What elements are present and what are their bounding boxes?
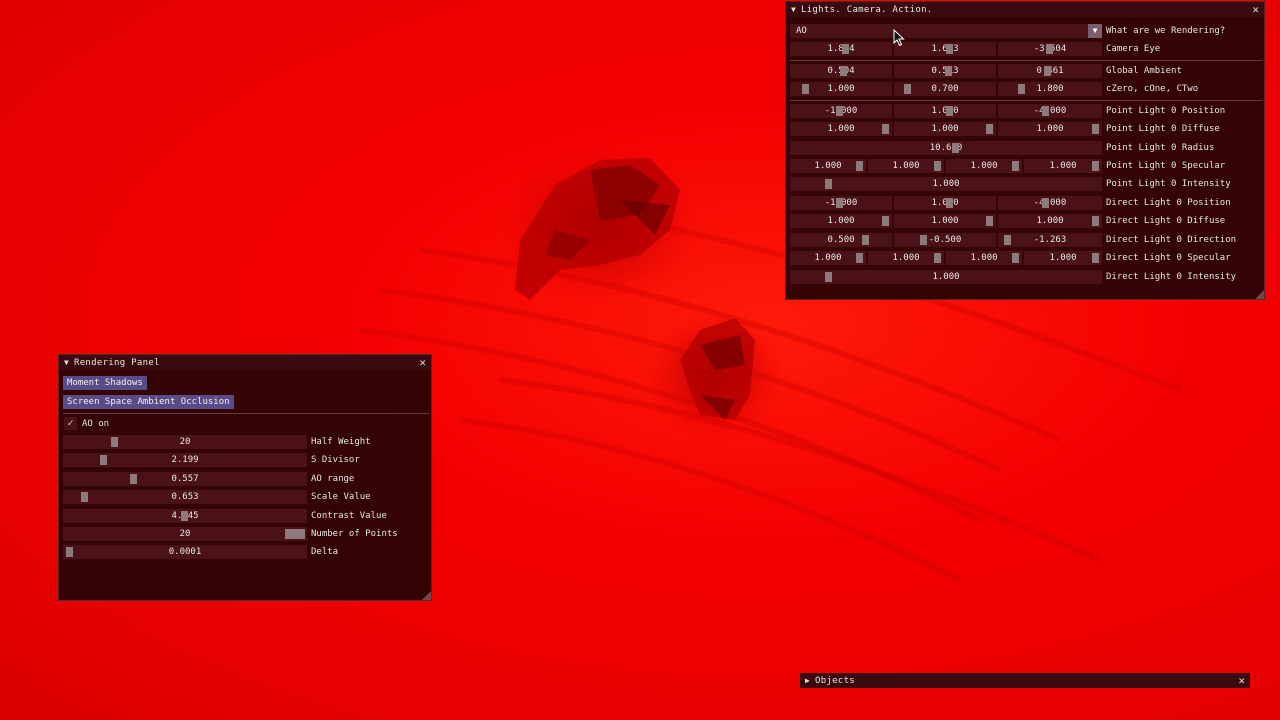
camera-eye-x[interactable]: 1.874 — [790, 42, 892, 56]
direct-light-direction-y[interactable]: -0.500 — [894, 233, 996, 247]
rendering-panel-titlebar[interactable]: ▼ Rendering Panel ✕ — [59, 355, 431, 370]
scale-value-slider[interactable]: 0.653 — [63, 490, 307, 504]
direct-light-specular-g[interactable]: 1.000 — [868, 251, 944, 265]
number-of-points-label: Number of Points — [311, 529, 398, 539]
ao-on-checkbox[interactable]: ✓ — [64, 417, 77, 430]
objects-window: ▶ Objects ✕ — [800, 673, 1250, 688]
lights-camera-window: ▼ Lights. Camera. Action. ✕ AO ▼ What ar… — [785, 1, 1265, 300]
direct-light-specular-label: Direct Light 0 Specular — [1106, 253, 1231, 263]
attenuation-czero[interactable]: 1.000 — [790, 82, 892, 96]
collapse-icon[interactable]: ▼ — [791, 5, 801, 14]
chevron-down-icon[interactable]: ▼ — [1088, 24, 1102, 38]
lights-camera-titlebar[interactable]: ▼ Lights. Camera. Action. ✕ — [786, 2, 1264, 17]
resize-grip[interactable] — [422, 591, 431, 600]
window-title: Lights. Camera. Action. — [801, 4, 933, 15]
render-mode-label: What are we Rendering? — [1106, 26, 1226, 36]
point-light-position-x[interactable]: -1.000 — [790, 104, 892, 118]
scale-value-label: Scale Value — [311, 492, 371, 502]
attenuation-label: cZero, cOne, CTwo — [1106, 84, 1199, 94]
separator — [790, 100, 1262, 101]
rendering-panel: ▼ Rendering Panel ✕ Moment Shadows Scree… — [58, 354, 432, 601]
point-light-diffuse-b[interactable]: 1.000 — [998, 122, 1102, 136]
direct-light-specular-a[interactable]: 1.000 — [1024, 251, 1102, 265]
point-light-position-z[interactable]: -4.000 — [998, 104, 1102, 118]
direct-light-diffuse-g[interactable]: 1.000 — [894, 214, 996, 228]
ao-range-label: AO range — [311, 474, 355, 484]
point-light-intensity[interactable]: 1.000 — [790, 177, 1102, 191]
ao-range-slider[interactable]: 0.557 — [63, 472, 307, 486]
direct-light-specular-b[interactable]: 1.000 — [946, 251, 1022, 265]
point-light-intensity-label: Point Light 0 Intensity — [1106, 179, 1231, 189]
point-light-radius[interactable]: 10.610 — [790, 141, 1102, 155]
ao-on-label: AO on — [82, 419, 110, 429]
half-weight-slider[interactable]: 20 — [63, 435, 307, 449]
global-ambient-label: Global Ambient — [1106, 66, 1182, 76]
contrast-value-slider[interactable]: 4.845 — [63, 509, 307, 523]
point-light-diffuse-g[interactable]: 1.000 — [894, 122, 996, 136]
close-icon[interactable]: ✕ — [419, 356, 426, 369]
direct-light-direction-z[interactable]: -1.263 — [998, 233, 1102, 247]
objects-title: Objects — [815, 675, 856, 686]
direct-light-direction-x[interactable]: 0.500 — [790, 233, 892, 247]
rock-model-upper — [500, 145, 700, 305]
render-mode-combo[interactable]: AO ▼ — [790, 24, 1102, 38]
s-divisor-slider[interactable]: 2.199 — [63, 453, 307, 467]
global-ambient-b[interactable]: 0.461 — [998, 64, 1102, 78]
camera-eye-label: Camera Eye — [1106, 44, 1161, 54]
point-light-diffuse-label: Point Light 0 Diffuse — [1106, 124, 1220, 134]
point-light-position-y[interactable]: 1.000 — [894, 104, 996, 118]
direct-light-direction-label: Direct Light 0 Direction — [1106, 235, 1237, 245]
separator — [63, 413, 429, 414]
direct-light-diffuse-b[interactable]: 1.000 — [998, 214, 1102, 228]
half-weight-label: Half Weight — [311, 437, 371, 447]
expand-icon[interactable]: ▶ — [805, 676, 815, 685]
direct-light-intensity[interactable]: 1.000 — [790, 270, 1102, 284]
attenuation-cone[interactable]: 0.700 — [894, 82, 996, 96]
number-of-points-slider[interactable]: 20 — [63, 527, 307, 541]
camera-eye-y[interactable]: 1.643 — [894, 42, 996, 56]
point-light-radius-label: Point Light 0 Radius — [1106, 143, 1215, 153]
contrast-value-label: Contrast Value — [311, 511, 387, 521]
global-ambient-g[interactable]: 0.513 — [894, 64, 996, 78]
collapse-icon[interactable]: ▼ — [64, 358, 74, 367]
separator — [790, 60, 1262, 61]
point-light-position-label: Point Light 0 Position — [1106, 106, 1226, 116]
point-light-specular-b[interactable]: 1.000 — [946, 159, 1022, 173]
direct-light-position-y[interactable]: 1.000 — [894, 196, 996, 210]
close-icon[interactable]: ✕ — [1252, 3, 1259, 16]
render-mode-value: AO — [796, 26, 807, 36]
delta-label: Delta — [311, 547, 339, 557]
s-divisor-label: S Divisor — [311, 455, 360, 465]
point-light-specular-a[interactable]: 1.000 — [1024, 159, 1102, 173]
resize-grip[interactable] — [1255, 290, 1264, 299]
panel-title: Rendering Panel — [74, 357, 160, 368]
direct-light-intensity-label: Direct Light 0 Intensity — [1106, 272, 1237, 282]
direct-light-position-x[interactable]: -1.000 — [790, 196, 892, 210]
objects-titlebar[interactable]: ▶ Objects ✕ — [800, 673, 1250, 688]
direct-light-position-label: Direct Light 0 Position — [1106, 198, 1231, 208]
point-light-specular-g[interactable]: 1.000 — [868, 159, 944, 173]
delta-slider[interactable]: 0.0001 — [63, 545, 307, 559]
direct-light-diffuse-r[interactable]: 1.000 — [790, 214, 892, 228]
point-light-diffuse-r[interactable]: 1.000 — [790, 122, 892, 136]
close-icon[interactable]: ✕ — [1238, 674, 1245, 687]
point-light-specular-r[interactable]: 1.000 — [790, 159, 866, 173]
mouse-cursor-icon — [893, 29, 905, 47]
camera-eye-z[interactable]: -3.504 — [998, 42, 1102, 56]
moment-shadows-header[interactable]: Moment Shadows — [63, 376, 147, 390]
attenuation-ctwo[interactable]: 1.800 — [998, 82, 1102, 96]
rock-model-lower — [645, 310, 785, 440]
global-ambient-r[interactable]: 0.504 — [790, 64, 892, 78]
ssao-header[interactable]: Screen Space Ambient Occlusion — [63, 395, 234, 409]
direct-light-position-z[interactable]: -4.000 — [998, 196, 1102, 210]
point-light-specular-label: Point Light 0 Specular — [1106, 161, 1226, 171]
direct-light-diffuse-label: Direct Light 0 Diffuse — [1106, 216, 1226, 226]
direct-light-specular-r[interactable]: 1.000 — [790, 251, 866, 265]
